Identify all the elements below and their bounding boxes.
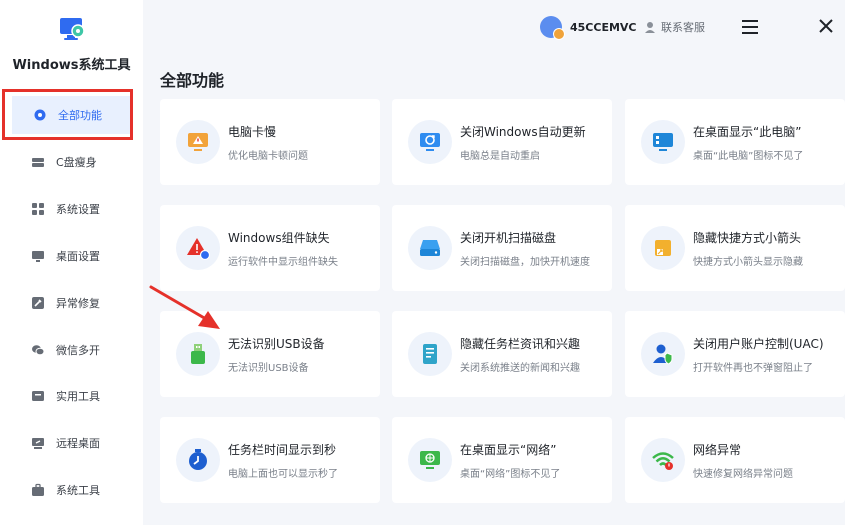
sidebar-item-label: 异常修复: [56, 297, 100, 310]
sidebar-item-remote-desktop[interactable]: 远程桌面: [10, 423, 132, 463]
computer-icon: [641, 120, 685, 164]
usb-icon: [176, 332, 220, 376]
feature-title: 关闭Windows自动更新: [460, 125, 586, 139]
remote-icon: [30, 435, 46, 451]
feature-title: 隐藏快捷方式小箭头: [693, 231, 802, 245]
user-id: 45CCEMVC: [570, 20, 637, 34]
feature-card-hide-shortcut-arrow[interactable]: 隐藏快捷方式小箭头 快捷方式小箭头显示隐藏: [625, 205, 845, 291]
tool-icon: [30, 295, 46, 311]
clock-icon: [176, 438, 220, 482]
feature-desc: 快速修复网络异常问题: [693, 469, 793, 480]
feature-desc: 打开软件再也不弹窗阻止了: [693, 363, 813, 374]
feature-card-show-this-pc[interactable]: 在桌面显示“此电脑” 桌面“此电脑”图标不见了: [625, 99, 845, 185]
briefcase-icon: [30, 482, 46, 498]
sidebar-item-label: 远程桌面: [56, 437, 100, 450]
sidebar: Windows系统工具 全部功能 C盘瘦身 系统设置 桌面设置 异常修复 微信多…: [0, 0, 143, 525]
box-icon: [30, 388, 46, 404]
feature-desc: 桌面“网络”图标不见了: [460, 469, 561, 480]
feature-card-missing-components[interactable]: Windows组件缺失 运行软件中显示组件缺失: [160, 205, 380, 291]
sidebar-item-utilities[interactable]: 实用工具: [10, 376, 132, 416]
user-account[interactable]: 45CCEMVC: [540, 16, 637, 40]
feature-title: 在桌面显示“网络”: [460, 443, 557, 457]
feature-title: 电脑卡慢: [228, 125, 277, 139]
feature-card-disable-uac[interactable]: 关闭用户账户控制(UAC) 打开软件再也不弹窗阻止了: [625, 311, 845, 397]
feature-desc: 无法识别USB设备: [228, 363, 309, 374]
update-icon: [408, 120, 452, 164]
feature-card-taskbar-seconds[interactable]: 任务栏时间显示到秒 电脑上面也可以显示秒了: [160, 417, 380, 503]
sidebar-item-system-tools[interactable]: 系统工具: [10, 470, 132, 510]
feature-card-hide-news-interests[interactable]: 隐藏任务栏资讯和兴趣 关闭系统推送的新闻和兴趣: [392, 311, 612, 397]
drive-icon: [30, 154, 46, 170]
support-label: 联系客服: [661, 21, 705, 34]
shortcut-icon: [641, 226, 685, 270]
sidebar-item-label: 桌面设置: [56, 250, 100, 263]
close-icon[interactable]: [816, 16, 836, 36]
wifi-icon: [641, 438, 685, 482]
sidebar-item-wechat[interactable]: 微信多开: [10, 330, 132, 370]
sidebar-item-desktop-settings[interactable]: 桌面设置: [10, 236, 132, 276]
feature-title: 隐藏任务栏资讯和兴趣: [460, 337, 581, 351]
feature-desc: 运行软件中显示组件缺失: [228, 257, 338, 268]
sidebar-item-label: 系统设置: [56, 203, 100, 216]
app-logo-icon: [59, 16, 85, 42]
feature-card-network-abnormal[interactable]: 网络异常 快速修复网络异常问题: [625, 417, 845, 503]
menu-icon[interactable]: [740, 18, 760, 36]
page-title: 全部功能: [160, 71, 225, 90]
chat-icon: [30, 342, 46, 358]
feature-desc: 优化电脑卡顿问题: [228, 151, 308, 162]
feature-desc: 电脑总是自动重启: [460, 151, 540, 162]
highlight-frame: [2, 89, 133, 140]
feature-title: 关闭用户账户控制(UAC): [693, 337, 824, 351]
feature-card-pc-slow[interactable]: 电脑卡慢 优化电脑卡顿问题: [160, 99, 380, 185]
sidebar-item-c-drive[interactable]: C盘瘦身: [10, 142, 132, 182]
sidebar-item-label: 系统工具: [56, 484, 100, 497]
network-monitor-icon: [408, 438, 452, 482]
feature-desc: 桌面“此电脑”图标不见了: [693, 151, 804, 162]
app-title: Windows系统工具: [12, 58, 131, 73]
feature-title: 在桌面显示“此电脑”: [693, 125, 802, 139]
feature-title: 网络异常: [693, 443, 742, 457]
feature-card-show-network[interactable]: 在桌面显示“网络” 桌面“网络”图标不见了: [392, 417, 612, 503]
avatar: [540, 16, 565, 40]
feature-title: 关闭开机扫描磁盘: [460, 231, 557, 245]
feature-card-disable-updates[interactable]: 关闭Windows自动更新 电脑总是自动重启: [392, 99, 612, 185]
feature-desc: 电脑上面也可以显示秒了: [228, 469, 338, 480]
news-icon: [408, 332, 452, 376]
feature-title: 任务栏时间显示到秒: [228, 443, 337, 457]
monitor-icon: [30, 248, 46, 264]
support-link[interactable]: 联系客服: [644, 19, 705, 35]
feature-title: Windows组件缺失: [228, 231, 330, 245]
sidebar-item-repair[interactable]: 异常修复: [10, 283, 132, 323]
component-warning-icon: [176, 226, 220, 270]
warning-monitor-icon: [176, 120, 220, 164]
sidebar-item-label: 微信多开: [56, 344, 100, 357]
feature-desc: 关闭扫描磁盘，加快开机速度: [460, 257, 590, 268]
disk-icon: [408, 226, 452, 270]
feature-desc: 快捷方式小箭头显示隐藏: [693, 257, 803, 268]
annotation-arrow-icon: [148, 283, 228, 335]
app-logo-block: Windows系统工具: [0, 16, 143, 73]
feature-title: 无法识别USB设备: [228, 337, 325, 351]
sidebar-item-label: 实用工具: [56, 390, 100, 403]
sidebar-item-system-settings[interactable]: 系统设置: [10, 189, 132, 229]
support-agent-icon: [644, 21, 656, 33]
sidebar-item-label: C盘瘦身: [56, 156, 97, 169]
grid-icon: [30, 201, 46, 217]
feature-desc: 关闭系统推送的新闻和兴趣: [460, 363, 580, 374]
uac-icon: [641, 332, 685, 376]
header-bar: 45CCEMVC 联系客服: [143, 0, 845, 56]
feature-card-disable-disk-scan[interactable]: 关闭开机扫描磁盘 关闭扫描磁盘，加快开机速度: [392, 205, 612, 291]
